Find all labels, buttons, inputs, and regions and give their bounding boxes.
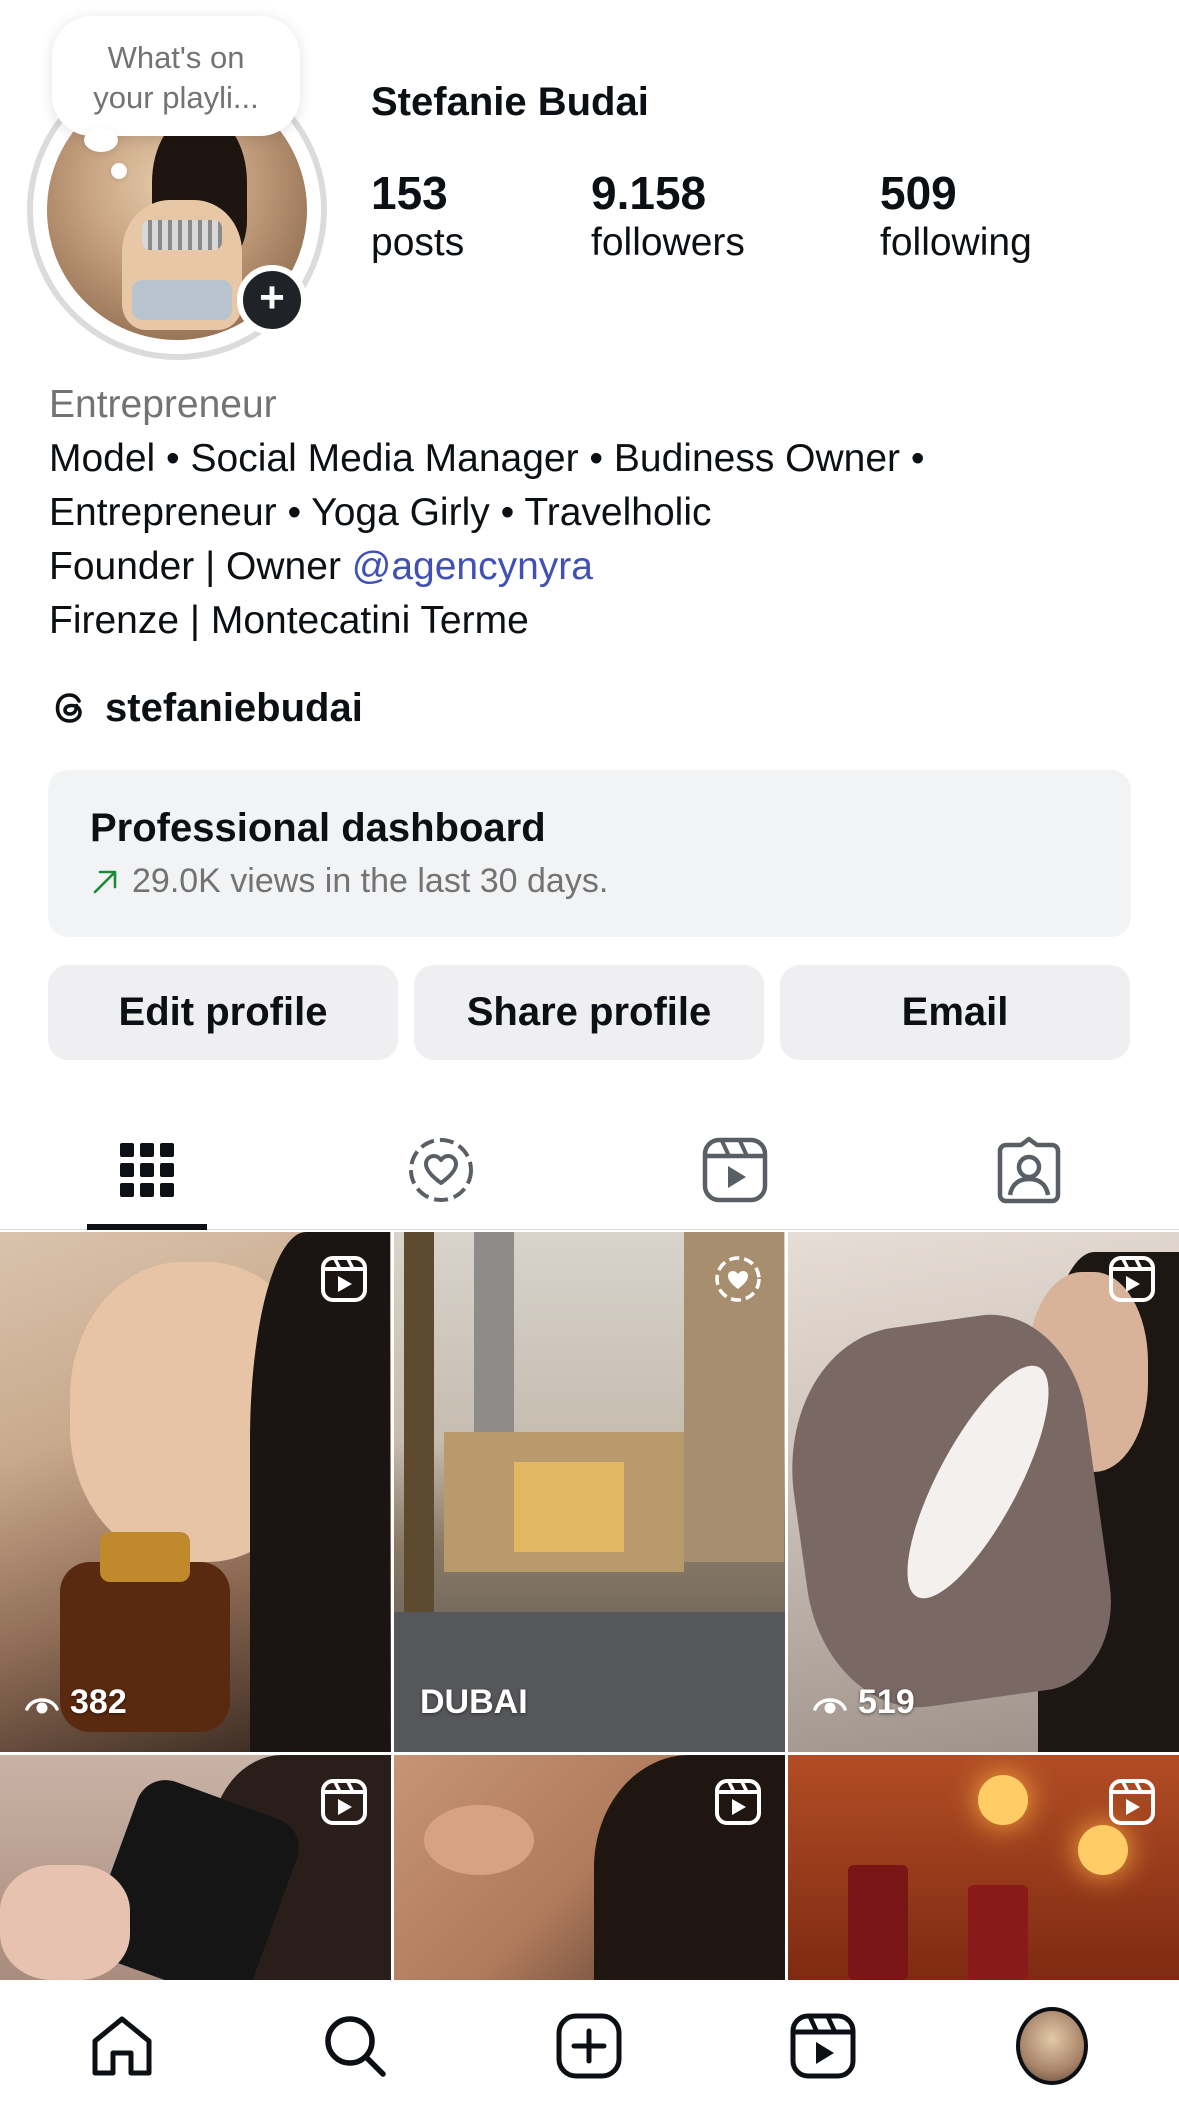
add-story-button[interactable]: + (237, 265, 307, 335)
reels-icon (702, 1137, 768, 1203)
note-bubble-tail (84, 128, 118, 152)
view-count: 382 (24, 1683, 127, 1722)
reel-badge-icon (1109, 1779, 1155, 1825)
highlight-tile-dubai[interactable]: DUBAI (394, 1232, 785, 1752)
nav-reels[interactable] (787, 2010, 859, 2082)
post-tile[interactable]: 519 (788, 1232, 1179, 1752)
post-tile[interactable] (394, 1755, 785, 1980)
reel-badge-icon (321, 1779, 367, 1825)
create-icon (556, 2013, 622, 2079)
tagged-icon (997, 1136, 1061, 1204)
tab-tagged[interactable] (882, 1110, 1176, 1230)
profile-tabs (0, 1110, 1179, 1230)
bio-line-2: Entrepreneur • Yoga Girly • Travelholic (49, 491, 712, 534)
highlight-badge-icon (715, 1256, 761, 1302)
grid-icon (120, 1143, 174, 1197)
active-tab-indicator (87, 1224, 207, 1230)
following-label: following (880, 221, 1032, 264)
share-profile-button[interactable]: Share profile (414, 965, 764, 1060)
highlights-icon (409, 1138, 473, 1202)
professional-dashboard[interactable]: Professional dashboard 29.0K views in th… (48, 770, 1131, 937)
agency-mention-link[interactable]: @agencynyra (352, 545, 593, 588)
note-bubble-tail-dot (111, 163, 127, 179)
view-count: 519 (812, 1683, 915, 1722)
bio-line-4: Firenze | Montecatini Terme (49, 599, 529, 642)
followers-label: followers (591, 221, 745, 264)
bio-category: Entrepreneur (49, 383, 277, 426)
profile-name: Stefanie Budai (371, 80, 649, 124)
note-bubble[interactable]: What's on your playli... (52, 16, 300, 136)
bio-line-3: Founder | Owner @agencynyra (49, 540, 925, 594)
threads-handle: stefaniebudai (105, 685, 363, 730)
nav-home[interactable] (86, 2010, 158, 2082)
tab-reels[interactable] (588, 1110, 882, 1230)
post-tile[interactable]: 382 (0, 1232, 391, 1752)
edit-profile-button[interactable]: Edit profile (48, 965, 398, 1060)
nav-profile[interactable] (1016, 2007, 1088, 2085)
highlight-label: DUBAI (420, 1683, 528, 1721)
note-bubble-text: What's on your playli... (93, 40, 259, 115)
tab-posts-grid[interactable] (0, 1110, 294, 1230)
posts-grid: 382 DUBAI 519 (0, 1232, 1179, 1980)
email-button[interactable]: Email (780, 965, 1130, 1060)
posts-count: 153 (371, 167, 448, 219)
profile-avatar-small (1016, 2007, 1088, 2085)
bottom-navigation (0, 1980, 1179, 2111)
nav-search[interactable] (319, 2010, 391, 2082)
threads-icon (55, 693, 82, 723)
post-tile[interactable] (0, 1755, 391, 1980)
reel-badge-icon (321, 1256, 367, 1302)
posts-stat[interactable]: 153 posts (371, 166, 464, 266)
post-tile[interactable] (788, 1755, 1179, 1980)
following-stat[interactable]: 509 following (880, 166, 1032, 266)
dashboard-title: Professional dashboard (90, 806, 546, 850)
home-icon (92, 2016, 152, 2076)
reel-badge-icon (715, 1779, 761, 1825)
posts-label: posts (371, 221, 465, 264)
followers-count: 9.158 (591, 167, 707, 219)
bio-line-1: Model • Social Media Manager • Budiness … (49, 437, 925, 480)
followers-stat[interactable]: 9.158 followers (591, 166, 745, 266)
reels-icon (790, 2013, 856, 2079)
following-count: 509 (880, 167, 957, 219)
dashboard-subtitle: 29.0K views in the last 30 days. (90, 862, 608, 901)
trend-up-arrow-icon (93, 870, 117, 893)
reel-badge-icon (1109, 1256, 1155, 1302)
nav-create[interactable] (553, 2010, 625, 2082)
tab-highlights[interactable] (294, 1110, 588, 1230)
search-icon (325, 2016, 386, 2077)
threads-link[interactable]: stefaniebudai (49, 680, 363, 736)
views-eye-icon (25, 1697, 59, 1713)
views-eye-icon (813, 1697, 847, 1713)
bio-line-3-text: Founder | Owner (49, 545, 352, 588)
dashboard-views-text: 29.0K views in the last 30 days. (132, 862, 609, 900)
bio: Entrepreneur Model • Social Media Manage… (49, 378, 925, 648)
